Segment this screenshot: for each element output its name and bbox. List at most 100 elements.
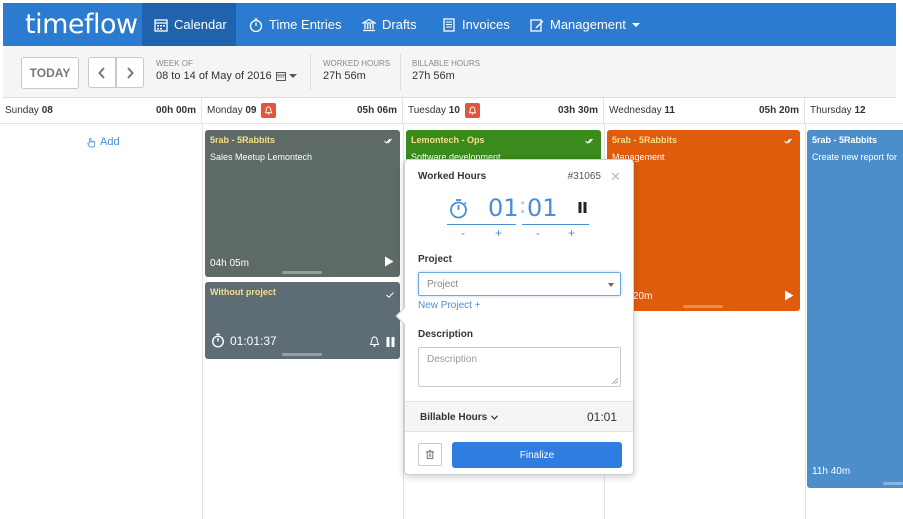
entry-timer: 01:01:37: [211, 333, 277, 348]
running-entry-card[interactable]: Without project 01:01:37: [205, 282, 400, 359]
project-label: Project: [418, 254, 452, 265]
pause-icon[interactable]: [386, 337, 395, 347]
day-header-thursday: Thursday 12: [805, 98, 903, 124]
nav-drafts[interactable]: Drafts: [362, 3, 417, 46]
chevron-down-icon: [608, 283, 614, 287]
entry-project: 5rab - 5Rabbits: [612, 135, 678, 145]
nav-time-entries-label: Time Entries: [269, 17, 342, 32]
nav-management[interactable]: Management: [530, 3, 640, 46]
nav-invoices-label: Invoices: [462, 17, 510, 32]
description-placeholder: Description: [427, 354, 478, 365]
timer-value: 01:01:37: [230, 333, 277, 348]
trash-icon: [426, 450, 434, 459]
project-select[interactable]: Project: [418, 272, 621, 296]
document-icon: [443, 17, 455, 32]
day-name: Sunday: [5, 105, 39, 116]
worked-hours-label: WORKED HOURS: [323, 59, 391, 68]
calendar-icon: [275, 72, 286, 81]
description-label: Description: [418, 329, 474, 340]
day-hours: 05h 20m: [758, 105, 799, 116]
bell-icon[interactable]: [464, 103, 480, 118]
next-week-button[interactable]: [116, 57, 144, 88]
column-divider: [202, 124, 203, 519]
chevron-right-icon: [127, 66, 134, 79]
day-header-monday: Monday 09 05h 06m: [202, 98, 403, 124]
check-icon: [386, 292, 394, 298]
time-entry-card[interactable]: 5rab - 5Rabbits Create new report for 11…: [807, 130, 903, 488]
day-number: 09: [245, 105, 257, 116]
day-name: Wednesday: [609, 105, 662, 116]
description-field[interactable]: Description: [418, 347, 621, 387]
bell-icon[interactable]: [261, 103, 277, 118]
day-hours: 05h 06m: [356, 105, 397, 116]
nav-invoices[interactable]: Invoices: [442, 3, 510, 46]
popover-title: Worked Hours: [418, 171, 487, 182]
entry-description: Sales Meetup Lemontech: [210, 152, 313, 162]
billable-hours-toggle[interactable]: Billable Hours: [420, 412, 499, 423]
chevron-down-icon: [491, 415, 499, 420]
minutes-increment-button[interactable]: +: [568, 226, 575, 240]
bank-icon: [362, 18, 376, 31]
close-icon[interactable]: ✕: [610, 169, 621, 185]
app-logo[interactable]: timeflow: [25, 9, 138, 40]
resize-handle[interactable]: [282, 271, 322, 274]
entry-project: Without project: [210, 287, 276, 297]
resize-handle[interactable]: [282, 353, 322, 356]
entry-id: #31065: [567, 171, 601, 182]
double-check-icon: [784, 138, 792, 144]
entry-project: 5rab - 5Rabbits: [812, 135, 878, 145]
entry-project: 5rab - 5Rabbits: [210, 135, 276, 145]
day-number: 12: [854, 105, 866, 116]
hours-increment-button[interactable]: +: [495, 226, 502, 240]
minutes-decrement-button[interactable]: -: [536, 226, 540, 240]
delete-button[interactable]: [418, 443, 442, 466]
hours-decrement-button[interactable]: -: [461, 226, 465, 240]
add-entry-link[interactable]: Add: [86, 136, 120, 148]
minutes-underline: [522, 224, 589, 225]
toolbar-divider: [400, 54, 401, 90]
week-of-label: WEEK OF: [156, 59, 193, 68]
worked-hours-value: 27h 56m: [323, 70, 366, 82]
billable-hours-label: Billable Hours: [420, 412, 488, 423]
double-check-icon: [384, 138, 392, 144]
day-header-tuesday: Tuesday 10 03h 30m: [403, 98, 604, 124]
column-divider: [805, 124, 806, 519]
new-project-link[interactable]: New Project +: [418, 300, 481, 311]
hand-pointer-icon: [87, 137, 96, 147]
pause-icon[interactable]: [578, 202, 587, 213]
play-icon[interactable]: [384, 256, 394, 267]
entry-hours: 04h 05m: [210, 258, 249, 269]
minutes-value[interactable]: 01: [527, 194, 558, 222]
bell-icon[interactable]: [369, 336, 380, 348]
entry-hours: 11h 40m: [812, 466, 851, 477]
chevron-down-icon: [631, 22, 640, 27]
time-entry-card[interactable]: 5rab - 5Rabbits Management 20m: [607, 130, 800, 311]
time-entry-card[interactable]: 5rab - 5Rabbits Sales Meetup Lemontech 0…: [205, 130, 400, 277]
entry-hours: 20m: [633, 291, 653, 302]
add-label: Add: [100, 136, 120, 148]
resize-handle[interactable]: [683, 305, 723, 308]
day-number: 08: [41, 105, 53, 116]
calendar-icon: [154, 18, 168, 32]
billable-hours-value: 27h 56m: [412, 70, 455, 82]
day-name: Tuesday: [408, 105, 446, 116]
nav-time-entries[interactable]: Time Entries: [249, 3, 341, 46]
nav-management-label: Management: [550, 17, 626, 32]
week-selector[interactable]: 08 to 14 of May of 2016: [156, 70, 297, 82]
today-button[interactable]: TODAY: [21, 57, 79, 89]
toolbar-divider: [310, 54, 311, 90]
entry-description: Create new report for: [812, 152, 898, 162]
prev-week-button[interactable]: [88, 57, 116, 88]
hours-value[interactable]: 01: [488, 194, 519, 222]
stopwatch-icon: [450, 199, 467, 219]
entry-project: Lemontech - Ops: [411, 135, 485, 145]
finalize-button[interactable]: Finalize: [452, 442, 622, 468]
nav-calendar-label: Calendar: [174, 17, 227, 32]
play-icon[interactable]: [784, 290, 794, 301]
resize-grip-icon[interactable]: [612, 378, 618, 384]
resize-handle[interactable]: [883, 482, 903, 485]
nav-calendar[interactable]: Calendar: [142, 3, 236, 46]
day-header-sunday: Sunday 08 00h 00m: [0, 98, 202, 124]
day-number: 10: [448, 105, 460, 116]
week-toolbar: TODAY WEEK OF 08 to 14 of May of 2016 WO…: [3, 46, 896, 98]
